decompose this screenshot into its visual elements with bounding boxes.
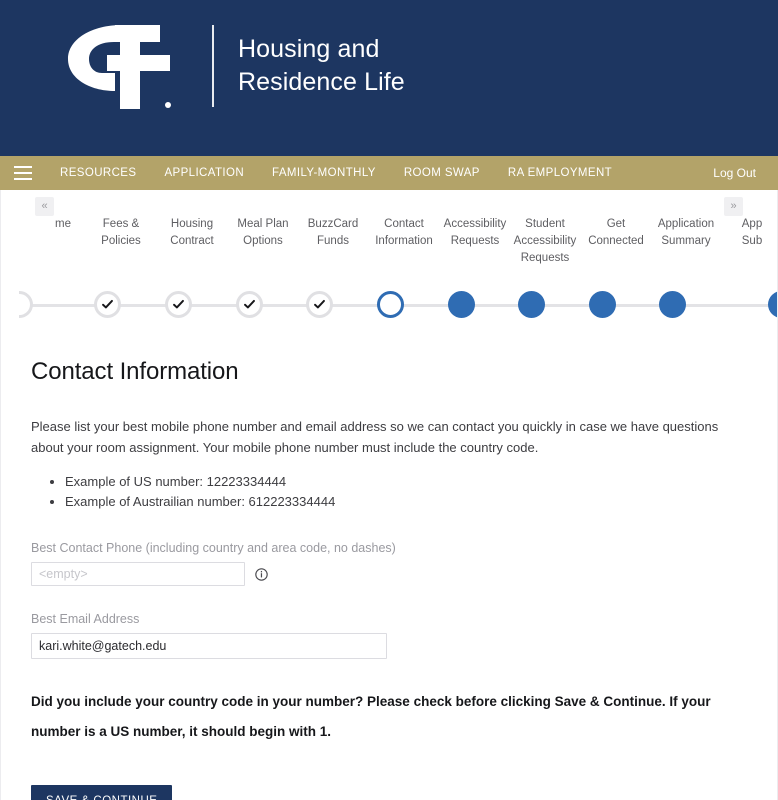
country-code-warning: Did you include your country code in you… [31, 694, 711, 739]
check-icon [314, 299, 325, 309]
brand-title-line2: Residence Life [238, 68, 405, 96]
stepper-node-9[interactable] [659, 291, 686, 318]
stepper-node-3[interactable] [236, 291, 263, 318]
gt-logo-icon [68, 25, 171, 109]
phone-field-label: Best Contact Phone (including country an… [31, 541, 396, 555]
stepper-tab-label-line: Sub [741, 235, 763, 247]
nav-item-resources[interactable]: RESOURCES [46, 167, 150, 179]
hamburger-icon[interactable] [14, 166, 32, 180]
stepper-node-1[interactable] [94, 291, 121, 318]
content-shell: « » me Fees & Policies Housing Contract Meal … [0, 190, 778, 800]
intro-paragraph: Please list your best mobile phone numbe… [31, 416, 741, 458]
nav-item-ra-employment[interactable]: RA EMPLOYMENT [494, 167, 626, 179]
stepper-tab-label-line: Requests [520, 252, 570, 264]
stepper-rail [1, 278, 777, 332]
best-contact-phone-input[interactable] [31, 562, 245, 586]
brand-title-line1: Housing and [238, 35, 380, 63]
intro-line-2: Your mobile phone number must include th… [202, 440, 539, 455]
stepper-tab-label-line: App [741, 218, 763, 230]
main-navigation: RESOURCES APPLICATION FAMILY-MONTHLY ROO… [0, 156, 778, 190]
check-icon [102, 299, 113, 309]
list-item: Example of Austrailian number: 612223334… [65, 492, 747, 511]
stepper-node-6[interactable] [448, 291, 475, 318]
stepper-node-5[interactable] [377, 291, 404, 318]
email-field-block: Best Email Address [31, 612, 747, 659]
stepper-scroll-right-button[interactable]: » [724, 197, 743, 216]
site-header: Housing and Residence Life [0, 0, 778, 156]
stepper-node-8[interactable] [589, 291, 616, 318]
brand-title: Housing and Residence Life [238, 33, 405, 99]
stepper-node-0[interactable] [19, 291, 33, 318]
email-field-label: Best Email Address [31, 612, 140, 626]
check-icon [173, 299, 184, 309]
info-circle-icon[interactable] [255, 567, 268, 581]
nav-item-room-swap[interactable]: ROOM SWAP [390, 167, 494, 179]
brand-lockup[interactable]: Housing and Residence Life [62, 18, 405, 114]
stepper-node-7[interactable] [518, 291, 545, 318]
stepper-node-10[interactable] [768, 291, 777, 318]
stepper-labels: « » me Fees & Policies Housing Contract Meal … [15, 190, 763, 278]
nav-item-application[interactable]: APPLICATION [150, 167, 258, 179]
phone-field-row [31, 562, 747, 586]
example-list: Example of US number: 12223334444 Exampl… [31, 472, 747, 511]
save-and-continue-button[interactable]: SAVE & CONTINUE [31, 785, 173, 800]
stepper-tab-10[interactable]: App Sub [704, 216, 763, 250]
brand-divider [212, 25, 214, 107]
stepper-node-4[interactable] [306, 291, 333, 318]
logout-link[interactable]: Log Out [713, 166, 762, 180]
form-body: Contact Information Please list your bes… [1, 336, 777, 800]
nav-item-family-monthly[interactable]: FAMILY-MONTHLY [258, 167, 390, 179]
check-icon [244, 299, 255, 309]
stepper-node-2[interactable] [165, 291, 192, 318]
list-item: Example of US number: 12223334444 [65, 472, 747, 491]
phone-field-block: Best Contact Phone (including country an… [31, 541, 747, 586]
stepper-scroll-left-button[interactable]: « [35, 197, 54, 216]
page-title: Contact Information [31, 358, 239, 385]
best-email-address-input[interactable] [31, 633, 387, 659]
